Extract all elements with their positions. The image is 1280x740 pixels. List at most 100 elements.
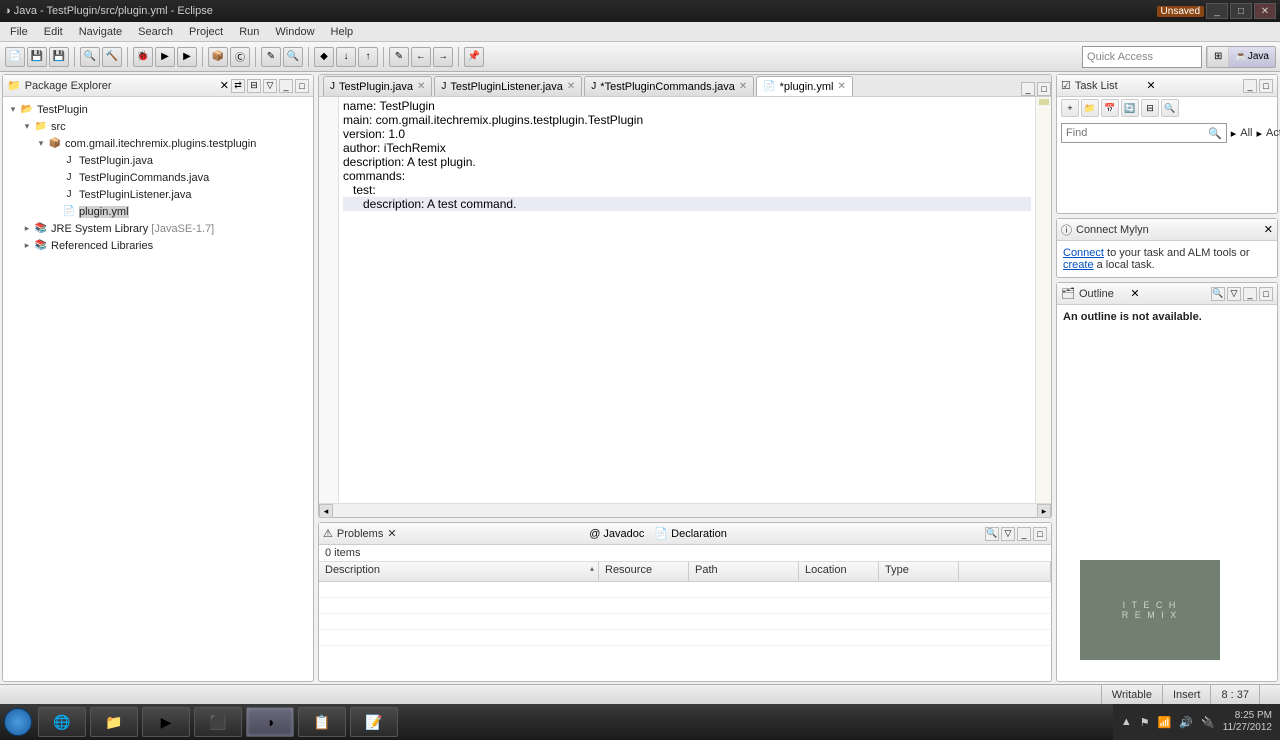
- taskbar-app[interactable]: 📋: [298, 707, 346, 737]
- system-tray[interactable]: ▲ ⚑ 📶 🔊 🔌 8:25 PM 11/27/2012: [1113, 704, 1280, 740]
- col-resource[interactable]: Resource: [599, 562, 689, 581]
- focus-button[interactable]: 🔍: [985, 527, 999, 541]
- col-description[interactable]: Description▴: [319, 562, 599, 581]
- menu-navigate[interactable]: Navigate: [71, 24, 130, 40]
- menu-window[interactable]: Window: [267, 24, 322, 40]
- next-annotation-button[interactable]: ↓: [336, 47, 356, 67]
- minimize-view-button[interactable]: _: [1243, 79, 1257, 93]
- close-icon[interactable]: ✕: [739, 81, 747, 92]
- editor-hscroll[interactable]: ◂ ▸: [319, 503, 1051, 517]
- taskbar-explorer[interactable]: 📁: [90, 707, 138, 737]
- editor-tab[interactable]: JTestPluginListener.java✕: [434, 76, 582, 96]
- maximize-view-button[interactable]: □: [1259, 79, 1273, 93]
- schedule-button[interactable]: 📅: [1101, 99, 1119, 117]
- minimize-view-button[interactable]: _: [1017, 527, 1031, 541]
- search-button[interactable]: 🔍: [283, 47, 303, 67]
- create-link[interactable]: create: [1063, 259, 1094, 271]
- task-find-field[interactable]: [1066, 127, 1208, 139]
- col-path[interactable]: Path: [689, 562, 799, 581]
- maximize-view-button[interactable]: □: [1033, 527, 1047, 541]
- tray-network-icon[interactable]: 📶: [1158, 716, 1172, 729]
- run-last-button[interactable]: ▶: [177, 47, 197, 67]
- tree-package[interactable]: ▾📦com.gmail.itechremix.plugins.testplugi…: [7, 135, 309, 152]
- tree-project[interactable]: ▾📂TestPlugin: [7, 101, 309, 118]
- minimize-view-button[interactable]: _: [1243, 287, 1257, 301]
- open-perspective-button[interactable]: ⊞: [1207, 47, 1228, 67]
- menu-run[interactable]: Run: [231, 24, 267, 40]
- save-all-button[interactable]: 💾: [49, 47, 69, 67]
- focus-outline-button[interactable]: 🔍: [1211, 287, 1225, 301]
- prev-task-button[interactable]: ▸: [1231, 127, 1237, 140]
- javadoc-tab[interactable]: @ Javadoc: [589, 528, 644, 540]
- package-explorer-tree[interactable]: ▾📂TestPlugin ▾📁src ▾📦com.gmail.itechremi…: [3, 97, 313, 681]
- debug-button[interactable]: 🐞: [133, 47, 153, 67]
- minimize-view-button[interactable]: _: [279, 79, 293, 93]
- close-button[interactable]: ✕: [1254, 3, 1276, 19]
- focus-task-button[interactable]: 🔍: [1161, 99, 1179, 117]
- close-icon[interactable]: ✕: [387, 527, 396, 540]
- quick-access-input[interactable]: Quick Access: [1082, 46, 1202, 68]
- minimize-button[interactable]: _: [1206, 3, 1228, 19]
- back-button[interactable]: ←: [411, 47, 431, 67]
- open-task-button[interactable]: ✎: [261, 47, 281, 67]
- menu-edit[interactable]: Edit: [36, 24, 71, 40]
- task-find-input[interactable]: 🔍: [1061, 123, 1227, 143]
- save-button[interactable]: 💾: [27, 47, 47, 67]
- new-class-button[interactable]: Ⓒ: [230, 47, 250, 67]
- tree-file[interactable]: JTestPlugin.java: [7, 152, 309, 169]
- tree-file[interactable]: JTestPluginCommands.java: [7, 169, 309, 186]
- build-button[interactable]: 🔨: [102, 47, 122, 67]
- taskbar-media[interactable]: ▶: [142, 707, 190, 737]
- collapse-all-button[interactable]: ⊟: [247, 79, 261, 93]
- tray-clock[interactable]: 8:25 PM 11/27/2012: [1223, 710, 1272, 734]
- tray-flag-icon[interactable]: ▲: [1121, 716, 1132, 728]
- problems-tab[interactable]: ⚠ Problems ✕: [323, 527, 579, 540]
- close-icon[interactable]: ✕: [567, 81, 575, 92]
- problems-table[interactable]: Description▴ Resource Path Location Type: [319, 561, 1051, 681]
- tree-file[interactable]: 📄plugin.yml: [7, 203, 309, 220]
- view-menu-button[interactable]: ▽: [1227, 287, 1241, 301]
- pin-editor-button[interactable]: 📌: [464, 47, 484, 67]
- editor-body[interactable]: name: TestPluginmain: com.gmail.itechrem…: [319, 97, 1051, 503]
- editor-tab[interactable]: JTestPlugin.java✕: [323, 76, 432, 96]
- editor-tab-active[interactable]: 📄*plugin.yml✕: [756, 76, 853, 96]
- maximize-view-button[interactable]: □: [295, 79, 309, 93]
- menu-search[interactable]: Search: [130, 24, 181, 40]
- tree-jre[interactable]: ▸📚JRE System Library [JavaSE-1.7]: [7, 220, 309, 237]
- editor-text[interactable]: name: TestPluginmain: com.gmail.itechrem…: [339, 97, 1035, 503]
- minimize-editor-button[interactable]: _: [1021, 82, 1035, 96]
- col-location[interactable]: Location: [799, 562, 879, 581]
- tree-reflibs[interactable]: ▸📚Referenced Libraries: [7, 237, 309, 254]
- close-icon[interactable]: ✕: [1130, 287, 1139, 300]
- collapse-button[interactable]: ⊟: [1141, 99, 1159, 117]
- prev-annotation-button[interactable]: ↑: [358, 47, 378, 67]
- taskbar-chrome[interactable]: 🌐: [38, 707, 86, 737]
- tray-action-icon[interactable]: ⚑: [1140, 716, 1150, 729]
- view-menu-button[interactable]: ▽: [263, 79, 277, 93]
- scroll-right-button[interactable]: ▸: [1037, 504, 1051, 518]
- run-button[interactable]: ▶: [155, 47, 175, 67]
- menu-help[interactable]: Help: [323, 24, 362, 40]
- activate-button[interactable]: Activate...: [1266, 127, 1280, 139]
- search-icon[interactable]: 🔍: [1208, 127, 1222, 140]
- tray-power-icon[interactable]: 🔌: [1201, 716, 1215, 729]
- col-type[interactable]: Type: [879, 562, 959, 581]
- toggle-mark-button[interactable]: ◆: [314, 47, 334, 67]
- next-task-button[interactable]: ▸: [1256, 127, 1262, 140]
- close-icon[interactable]: ✕: [837, 81, 845, 92]
- view-close-icon[interactable]: ✕: [220, 79, 229, 92]
- close-icon[interactable]: ✕: [417, 81, 425, 92]
- categorize-button[interactable]: 📁: [1081, 99, 1099, 117]
- forward-button[interactable]: →: [433, 47, 453, 67]
- link-editor-button[interactable]: ⇄: [231, 79, 245, 93]
- overview-ruler[interactable]: [1035, 97, 1051, 503]
- menu-file[interactable]: File: [2, 24, 36, 40]
- taskbar-minecraft[interactable]: ⬛: [194, 707, 242, 737]
- close-icon[interactable]: ✕: [1146, 79, 1155, 92]
- taskbar-eclipse[interactable]: ◑: [246, 707, 294, 737]
- editor-tab[interactable]: J*TestPluginCommands.java✕: [584, 76, 754, 96]
- open-type-button[interactable]: 🔍: [80, 47, 100, 67]
- all-filter-button[interactable]: All: [1240, 127, 1252, 139]
- maximize-editor-button[interactable]: □: [1037, 82, 1051, 96]
- view-menu-button[interactable]: ▽: [1001, 527, 1015, 541]
